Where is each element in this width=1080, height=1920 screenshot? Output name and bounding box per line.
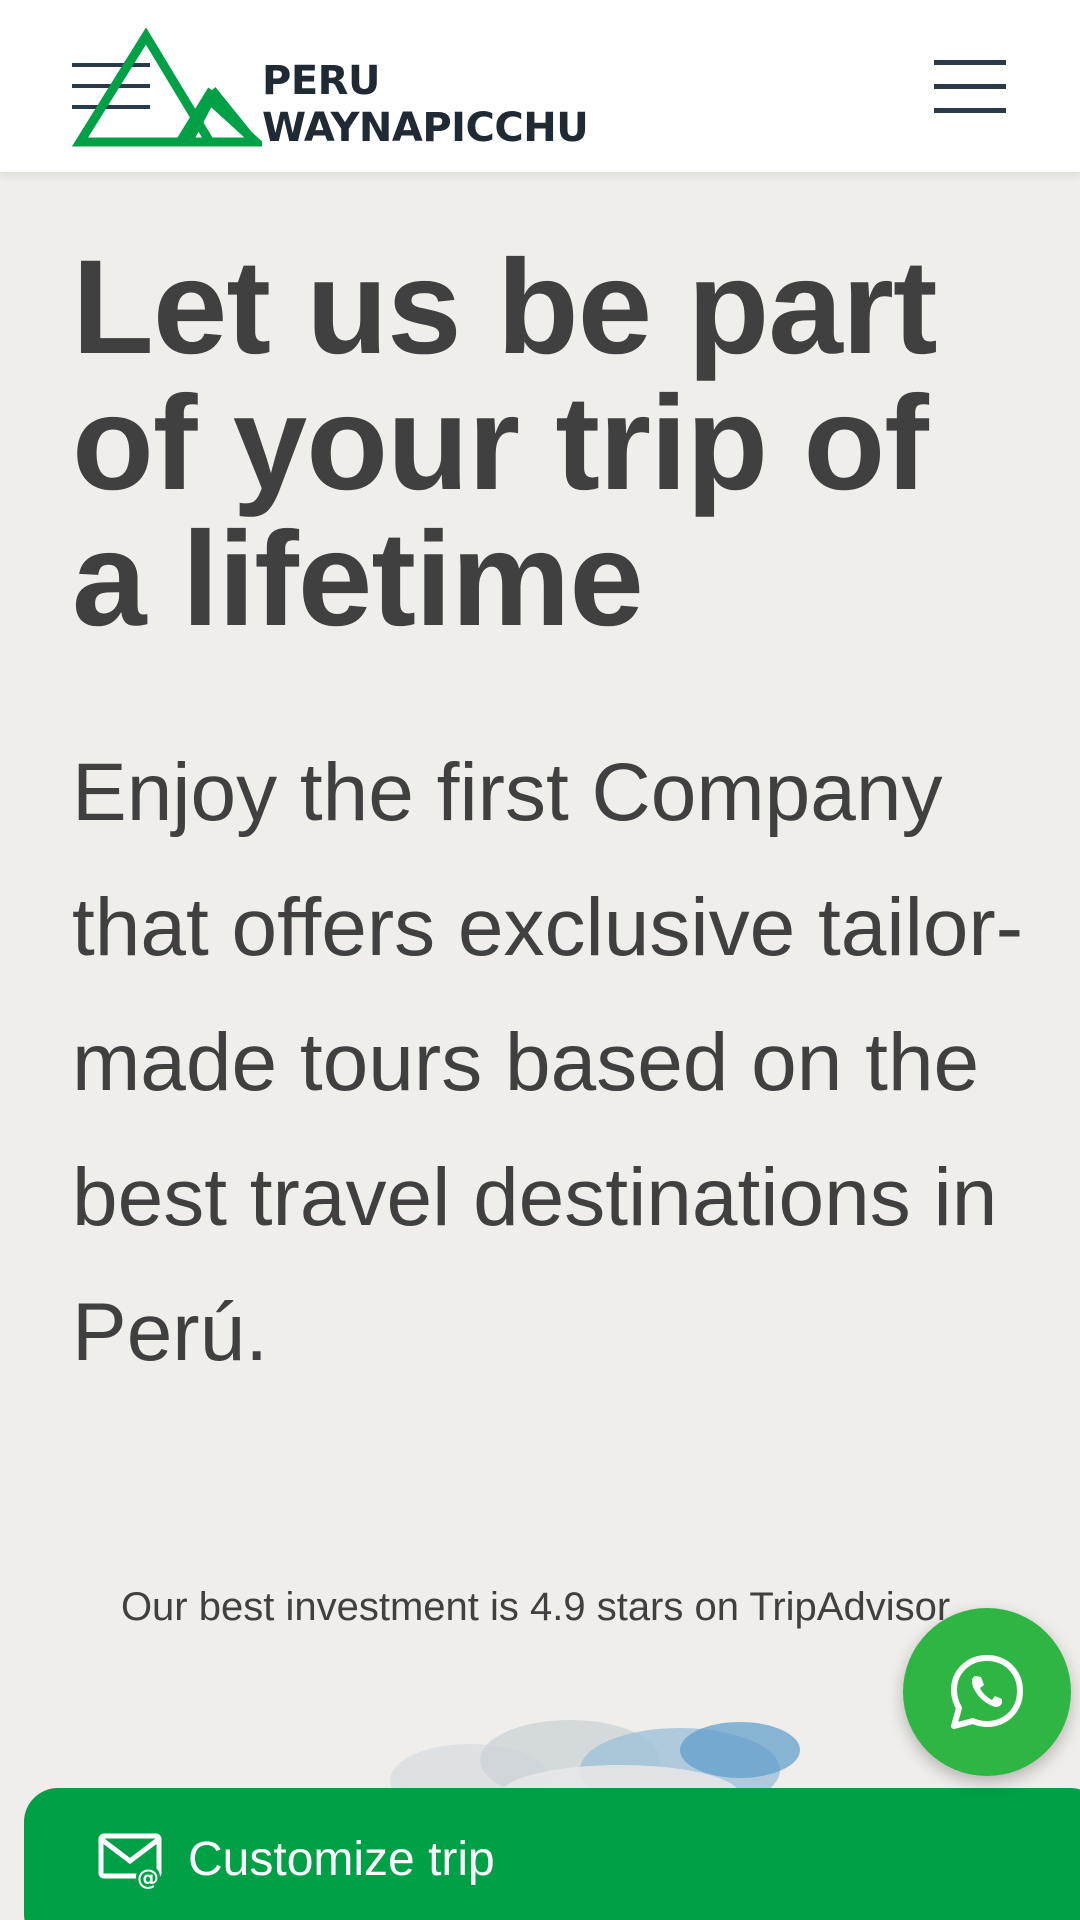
svg-text:@: @ bbox=[137, 1866, 159, 1891]
brand-name: PERU WAYNAPICCHU bbox=[262, 58, 589, 152]
page: PERU WAYNAPICCHU Let us be part of your … bbox=[0, 0, 1080, 1920]
brand-logo[interactable]: PERU WAYNAPICCHU bbox=[72, 28, 612, 152]
customize-trip-button[interactable]: @ Customize trip bbox=[24, 1788, 1080, 1920]
brand-line-1: PERU bbox=[262, 58, 380, 104]
hamburger-menu-button[interactable] bbox=[934, 58, 1010, 116]
hero-title: Let us be part of your trip of a lifetim… bbox=[72, 233, 938, 654]
hero-subtitle: Enjoy the first Company that offers excl… bbox=[72, 747, 1024, 1378]
whatsapp-button[interactable] bbox=[903, 1608, 1071, 1776]
hamburger-menu-icon bbox=[934, 60, 1006, 113]
email-icon: @ bbox=[98, 1833, 162, 1891]
tripadvisor-rating-text: Our best investment is 4.9 stars on Trip… bbox=[120, 1585, 960, 1629]
mountain-logo-icon bbox=[72, 28, 262, 147]
brand-line-2: WAYNAPICCHU bbox=[262, 105, 589, 151]
site-header: PERU WAYNAPICCHU bbox=[0, 0, 1080, 172]
customize-trip-label: Customize trip bbox=[188, 1833, 495, 1886]
whatsapp-icon bbox=[951, 1655, 1023, 1729]
